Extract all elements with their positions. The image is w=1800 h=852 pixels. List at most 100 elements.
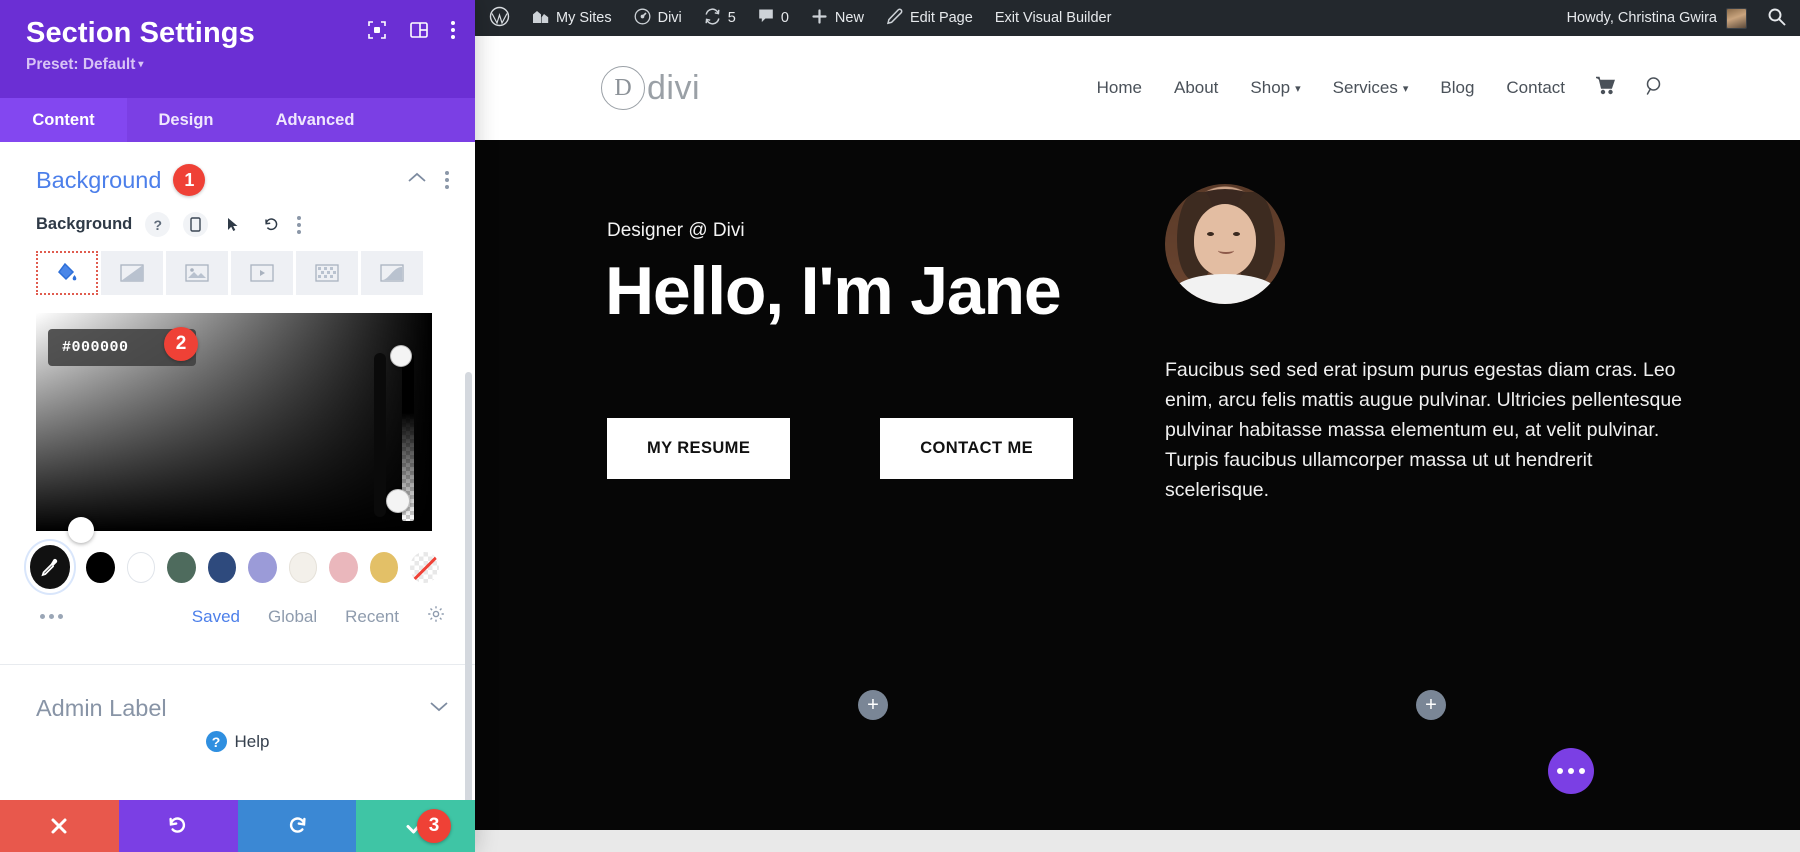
tab-design[interactable]: Design (127, 98, 245, 142)
gear-icon[interactable] (427, 605, 445, 628)
chevron-down-icon: ▾ (138, 59, 143, 70)
background-section-header[interactable]: Background 1 (0, 142, 475, 212)
builder-toggle-button[interactable] (1548, 748, 1594, 794)
reset-icon[interactable] (259, 212, 284, 237)
admin-bar-comments[interactable]: 0 (747, 0, 800, 36)
admin-bar-edit-page[interactable]: Edit Page (875, 0, 984, 36)
swatch-lavender[interactable] (248, 552, 277, 583)
swatch-transparent[interactable] (410, 552, 439, 583)
color-swatches (0, 531, 475, 589)
palette-tab-saved[interactable]: Saved (192, 607, 240, 627)
chevron-down-icon[interactable] (429, 700, 449, 718)
hero-eyebrow: Designer @ Divi (607, 220, 745, 242)
admin-bar-my-sites[interactable]: My Sites (521, 0, 623, 36)
dot (1568, 768, 1574, 774)
hero-paragraph: Faucibus sed sed erat ipsum purus egesta… (1165, 355, 1685, 505)
admin-bar-wordpress-logo[interactable] (475, 0, 521, 36)
updates-icon (704, 8, 721, 29)
alpha-slider-handle[interactable] (390, 345, 412, 367)
main-navigation: Home About Shop▾ Services▾ Blog Contact (1081, 75, 1680, 102)
preset-selector[interactable]: Preset: Default▾ (26, 56, 449, 74)
nav-item-blog[interactable]: Blog (1424, 78, 1490, 98)
saturation-handle[interactable] (68, 517, 94, 543)
tab-advanced[interactable]: Advanced (245, 98, 385, 142)
redo-button[interactable] (238, 800, 357, 852)
vertical-dots-icon[interactable] (445, 171, 449, 189)
panel-footer: 3 (0, 800, 475, 852)
swatch-gold[interactable] (370, 552, 399, 583)
admin-bar-divi-label: Divi (658, 10, 682, 26)
help-link[interactable]: ? Help (0, 731, 475, 752)
nav-item-contact[interactable]: Contact (1490, 78, 1581, 98)
comments-icon (758, 8, 774, 28)
admin-label-toggle[interactable] (429, 700, 449, 718)
help-label: Help (235, 732, 270, 752)
background-color-tab[interactable] (36, 251, 98, 295)
hue-slider-handle[interactable] (386, 489, 410, 513)
background-gradient-tab[interactable] (101, 251, 163, 295)
nav-item-shop[interactable]: Shop▾ (1234, 78, 1316, 98)
undo-button[interactable] (119, 800, 238, 852)
nav-item-about[interactable]: About (1158, 78, 1234, 98)
avatar[interactable] (1726, 8, 1747, 29)
layout-columns-icon[interactable] (409, 20, 429, 40)
nav-item-services[interactable]: Services▾ (1317, 78, 1425, 98)
swatch-pink[interactable] (329, 552, 358, 583)
divi-dashboard-icon (634, 8, 651, 29)
cancel-button[interactable] (0, 800, 119, 852)
site-logo[interactable]: D divi (601, 66, 700, 110)
cursor-icon[interactable] (221, 212, 246, 237)
background-video-tab[interactable] (231, 251, 293, 295)
nav-item-home[interactable]: Home (1081, 78, 1158, 98)
wordpress-admin-bar: My Sites Divi 5 0 New (475, 0, 1800, 36)
swatch-white[interactable] (127, 552, 156, 583)
logo-text: divi (647, 69, 700, 108)
cart-icon[interactable] (1581, 76, 1630, 100)
swatch-navy[interactable] (208, 552, 237, 583)
saturation-area[interactable]: #000000 2 (36, 313, 432, 531)
palette-controls: Saved Global Recent (0, 589, 475, 628)
my-resume-button[interactable]: MY RESUME (607, 418, 790, 479)
add-module-button-right[interactable]: + (1416, 690, 1446, 720)
admin-bar-new[interactable]: New (800, 0, 875, 36)
vertical-dots-icon[interactable] (297, 216, 301, 234)
background-image-tab[interactable] (166, 251, 228, 295)
dot (1557, 768, 1563, 774)
palette-tab-global[interactable]: Global (268, 607, 317, 627)
background-mask-tab[interactable] (361, 251, 423, 295)
logo-mark-icon: D (601, 66, 645, 110)
search-icon[interactable] (1767, 7, 1786, 30)
color-picker: #000000 2 (0, 313, 475, 531)
focus-target-icon[interactable] (367, 20, 387, 40)
admin-bar-right: Howdy, Christina Gwira (1567, 7, 1800, 30)
admin-bar-greeting[interactable]: Howdy, Christina Gwira (1567, 10, 1717, 26)
swatch-off-white[interactable] (289, 552, 318, 583)
admin-bar-exit-label: Exit Visual Builder (995, 10, 1112, 26)
swatch-black[interactable] (86, 552, 115, 583)
hero-section[interactable]: Designer @ Divi Hello, I'm Jane MY RESUM… (475, 140, 1800, 830)
palette-tab-recent[interactable]: Recent (345, 607, 399, 627)
background-field-row: Background ? (0, 212, 475, 237)
chevron-up-icon[interactable] (407, 171, 427, 189)
eyedropper-icon[interactable] (30, 545, 70, 589)
more-swatches-icon[interactable] (40, 614, 63, 619)
background-pattern-tab[interactable] (296, 251, 358, 295)
swatch-dark-green[interactable] (167, 552, 196, 583)
admin-bar-exit-visual-builder[interactable]: Exit Visual Builder (984, 0, 1123, 36)
hue-slider[interactable] (374, 353, 386, 517)
contact-me-button[interactable]: CONTACT ME (880, 418, 1073, 479)
search-icon[interactable] (1630, 75, 1680, 102)
help-icon[interactable]: ? (145, 212, 170, 237)
annotation-badge-1: 1 (173, 164, 205, 196)
add-module-button-left[interactable]: + (858, 690, 888, 720)
mobile-icon[interactable] (183, 212, 208, 237)
hero-buttons: MY RESUME CONTACT ME (607, 418, 1073, 479)
tab-content[interactable]: Content (0, 98, 127, 142)
site-header: D divi Home About Shop▾ Services▾ Blog C… (475, 36, 1800, 140)
vertical-dots-icon[interactable] (451, 21, 455, 39)
page-footer-strip (475, 830, 1800, 852)
admin-bar-edit-page-label: Edit Page (910, 10, 973, 26)
admin-bar-divi[interactable]: Divi (623, 0, 693, 36)
admin-bar-updates[interactable]: 5 (693, 0, 747, 36)
save-button[interactable] (356, 800, 475, 852)
